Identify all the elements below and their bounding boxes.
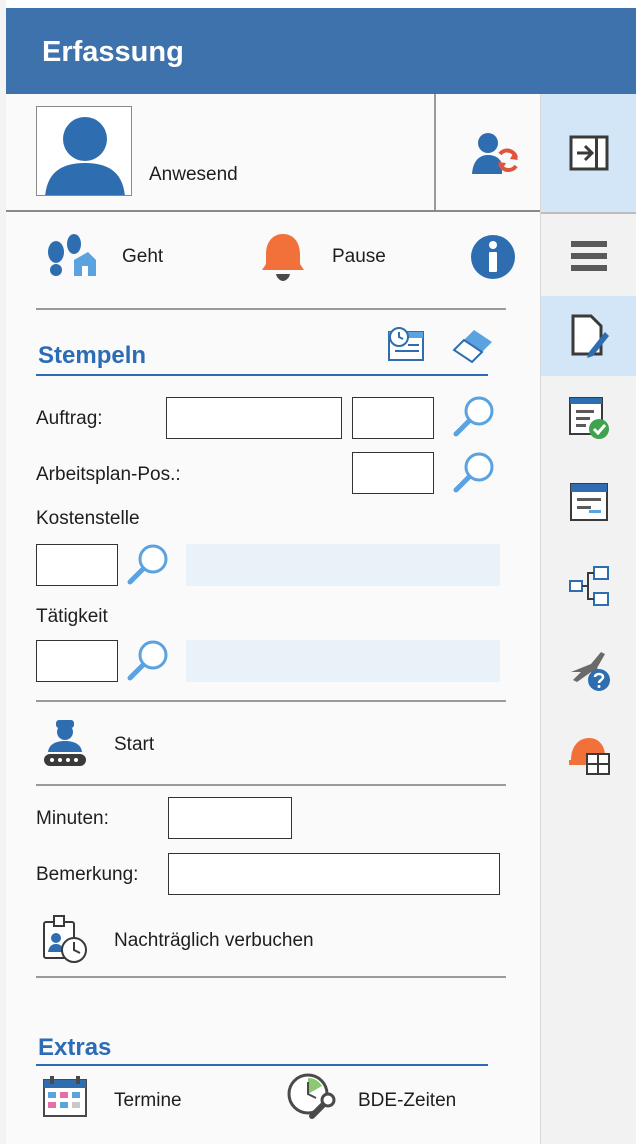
pause-button[interactable]: Pause [258, 230, 418, 281]
auftrag-input[interactable] [166, 397, 342, 439]
info-button[interactable] [470, 234, 516, 280]
worker-conveyor-icon [44, 720, 86, 766]
window-button[interactable] [541, 474, 636, 530]
termine-button[interactable]: Termine [42, 1076, 222, 1124]
taetigkeit-description [186, 640, 500, 682]
menu-button[interactable] [541, 216, 636, 296]
minuten-input[interactable] [168, 797, 292, 839]
app-window: Erfassung Anwesend Geht Pause Stempeln A… [0, 0, 636, 1144]
taetigkeit-search-button[interactable] [126, 638, 170, 682]
clock-wrench-icon [287, 1073, 336, 1119]
status-text: Anwesend [149, 164, 238, 185]
clock-document-icon [388, 327, 424, 361]
nachtraeglich-label: Nachträglich verbuchen [114, 930, 314, 951]
start-rule [36, 784, 506, 786]
kostenstelle-label: Kostenstelle [36, 508, 140, 529]
kostenstelle-search-button[interactable] [126, 542, 170, 586]
badge-clock-icon [43, 915, 87, 963]
footsteps-home-icon [48, 234, 96, 276]
start-label: Start [114, 734, 155, 755]
switch-user-button[interactable] [470, 130, 518, 176]
header-divider [434, 94, 436, 212]
window-icon [570, 483, 608, 521]
actions-rule [36, 308, 506, 310]
erfassung-panel: Anwesend Geht Pause Stempeln Auftrag: Ar… [6, 94, 540, 1144]
arbeitsplan-label: Arbeitsplan-Pos.: [36, 464, 181, 485]
geht-label: Geht [122, 246, 164, 267]
bde-zeiten-button[interactable]: BDE-Zeiten [286, 1072, 486, 1124]
arbeitsplan-input[interactable] [352, 452, 434, 494]
menu-icon [571, 241, 607, 271]
user-avatar [36, 106, 132, 196]
collapse-panel-button[interactable] [541, 94, 636, 212]
stempeln-section-title: Stempeln [38, 342, 147, 369]
worker-table-button[interactable] [541, 726, 636, 782]
checklist-icon [569, 397, 609, 439]
auftrag-pos-input[interactable] [352, 397, 434, 439]
booking-rule [36, 976, 506, 978]
search-icon [453, 396, 494, 437]
bemerkung-label: Bemerkung: [36, 864, 139, 885]
travel-help-button[interactable] [541, 642, 636, 698]
eraser-icon [452, 330, 492, 364]
stempeln-rule [36, 374, 488, 376]
title-bar: Erfassung [6, 8, 636, 94]
start-button[interactable]: Start [40, 718, 200, 770]
header-rule [6, 210, 540, 212]
switch-user-icon [472, 133, 518, 174]
kostenstelle-description [186, 544, 500, 586]
termine-label: Termine [114, 1090, 182, 1111]
checklist-button[interactable] [541, 390, 636, 446]
minuten-label: Minuten: [36, 808, 109, 829]
taetigkeit-label: Tätigkeit [36, 606, 108, 627]
bde-zeiten-label: BDE-Zeiten [358, 1090, 457, 1111]
timesheet-button[interactable] [386, 326, 426, 362]
right-sidebar [540, 94, 636, 1144]
sidebar-rule [541, 212, 636, 214]
collapse-panel-icon [569, 135, 609, 171]
network-button[interactable] [541, 558, 636, 614]
info-icon [471, 235, 515, 279]
bell-icon [262, 234, 304, 281]
bemerkung-input[interactable] [168, 853, 500, 895]
nachtraeglich-verbuchen-button[interactable]: Nachträglich verbuchen [40, 914, 380, 966]
search-icon [127, 544, 168, 585]
taetigkeit-input[interactable] [36, 640, 118, 682]
travel-help-icon [571, 652, 610, 691]
edit-document-button[interactable] [541, 296, 636, 376]
search-icon [453, 452, 494, 493]
edit-document-icon [571, 314, 609, 358]
worker-table-icon [569, 738, 610, 775]
auftrag-label: Auftrag: [36, 408, 103, 429]
pause-label: Pause [332, 246, 386, 267]
extras-section-title: Extras [38, 1034, 112, 1061]
arbeitsplan-search-button[interactable] [452, 450, 496, 494]
auftrag-search-button[interactable] [452, 394, 496, 438]
network-icon [569, 566, 609, 606]
geht-button[interactable]: Geht [44, 230, 244, 278]
clear-button[interactable] [450, 326, 496, 364]
extras-rule [36, 1064, 488, 1066]
kostenstelle-input[interactable] [36, 544, 118, 586]
stempeln-bottom-rule [36, 700, 506, 702]
person-icon [45, 117, 125, 195]
search-icon [127, 640, 168, 681]
window-title: Erfassung [42, 36, 184, 68]
calendar-icon [43, 1076, 87, 1117]
